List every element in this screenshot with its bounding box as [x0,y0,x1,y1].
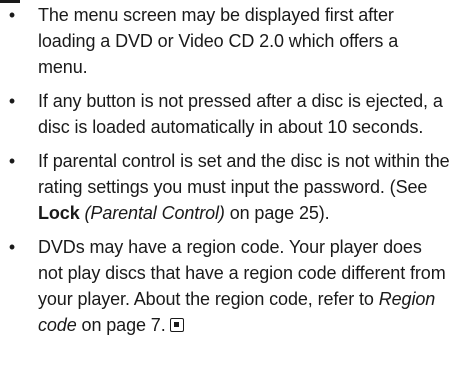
note-text: If parental control is set and the disc … [38,151,450,197]
note-text: The menu screen may be displayed first a… [38,5,399,77]
note-text: on page 25). [224,203,330,223]
end-of-section-icon [169,318,184,332]
note-item: • The menu screen may be displayed first… [0,2,451,80]
note-item: • If parental control is set and the dis… [0,148,451,226]
note-text: If any button is not pressed after a dis… [38,91,443,137]
note-item: • If any button is not pressed after a d… [0,88,451,140]
note-item: • DVDs may have a region code. Your play… [0,234,451,338]
note-text: on page 7. [76,315,166,335]
bullet: • [8,91,16,111]
bullet: • [8,237,16,257]
bullet: • [8,5,16,25]
notes-list: • The menu screen may be displayed first… [0,2,451,346]
reference-term-lock: Lock [38,203,80,223]
bullet: • [8,151,16,171]
reference-term-parental-control: (Parental Control) [84,203,225,223]
